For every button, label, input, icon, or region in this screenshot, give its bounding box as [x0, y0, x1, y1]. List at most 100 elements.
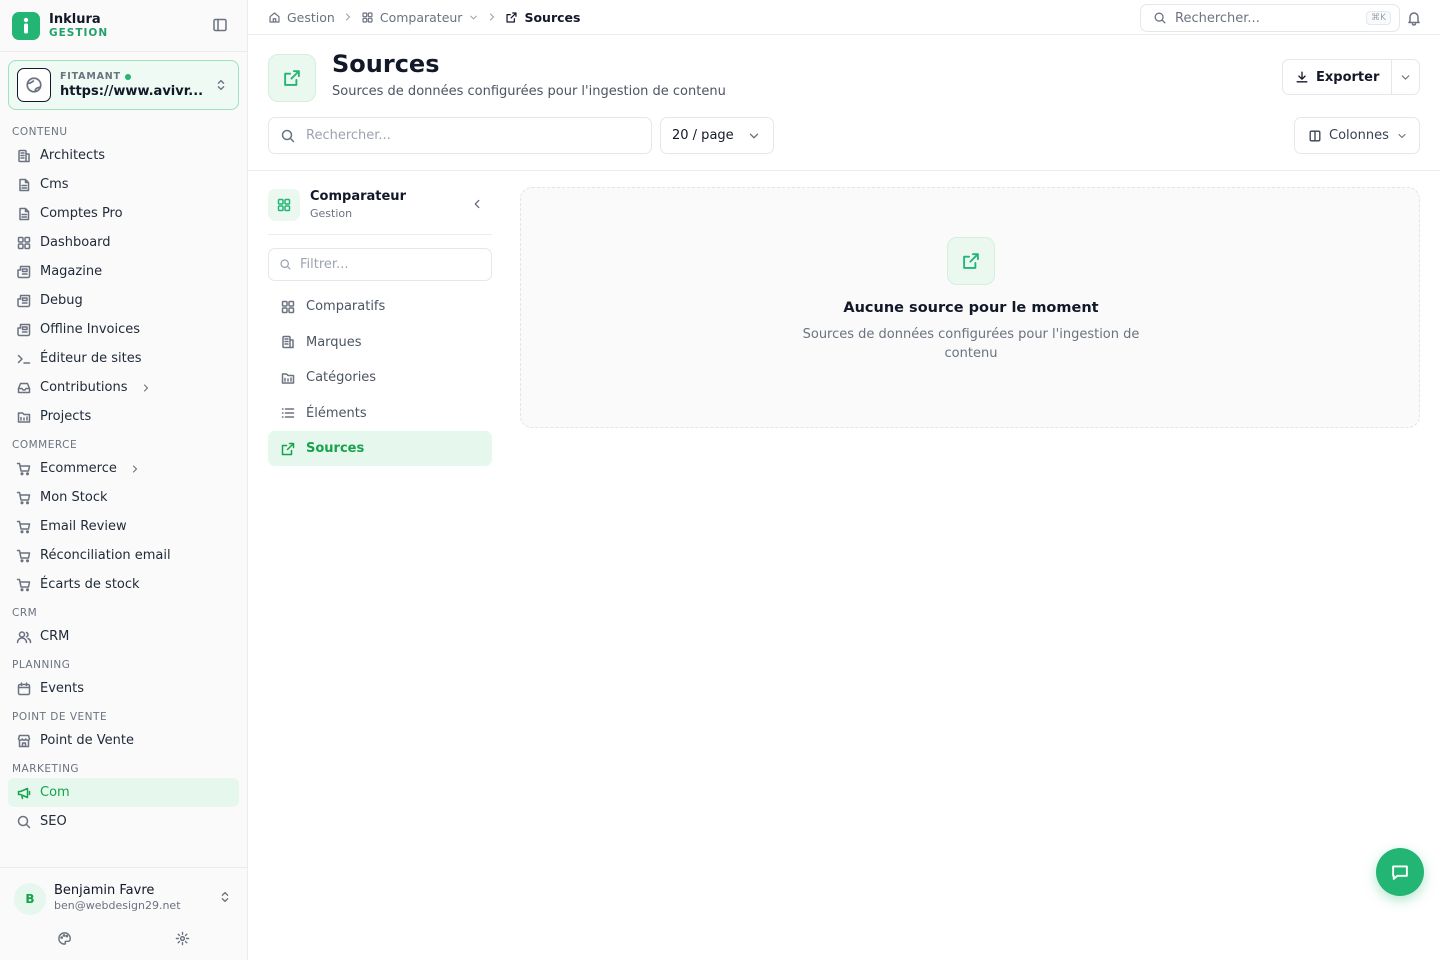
megaphone-icon	[17, 787, 31, 799]
sidebar-item-ecarts-de-stock[interactable]: Écarts de stock	[8, 570, 239, 599]
globe-icon	[17, 68, 51, 102]
per-page-select[interactable]: 20 / page	[660, 117, 774, 154]
building-icon	[282, 335, 294, 349]
nav-section-contenu: CONTENU	[12, 126, 68, 138]
sidebar-item-editeur-de-sites[interactable]: Éditeur de sites	[8, 344, 239, 373]
subnav-item-label: Catégories	[306, 370, 377, 385]
cart-icon	[16, 520, 31, 533]
sidebar-item-mon-stock[interactable]: Mon Stock	[8, 483, 239, 512]
sidebar-item-debug[interactable]: Debug	[8, 286, 239, 315]
chevron-up-down-icon[interactable]	[218, 890, 232, 904]
subnav-item-elements[interactable]: Éléments	[268, 396, 492, 431]
grid-icon	[362, 11, 373, 23]
grid-icon	[281, 300, 295, 313]
home-icon	[269, 11, 280, 23]
sidebar-item-label: Comptes Pro	[40, 206, 123, 221]
list-icon	[281, 408, 295, 418]
palette-icon[interactable]	[57, 931, 72, 946]
sidebar-item-label: Ecommerce	[40, 461, 117, 476]
external-link-icon	[947, 237, 995, 285]
users-icon	[16, 630, 32, 643]
search-icon	[280, 259, 291, 270]
bell-icon[interactable]	[1406, 10, 1422, 26]
inbox-icon	[17, 382, 31, 393]
newspaper-icon	[17, 323, 31, 336]
breadcrumb-comparateur[interactable]: Comparateur	[361, 10, 480, 25]
sidebar-item-email-review[interactable]: Email Review	[8, 512, 239, 541]
calendar-icon	[17, 681, 31, 695]
sidebar-item-contributions[interactable]: Contributions	[8, 373, 239, 402]
subnav-header: Comparateur Gestion	[268, 187, 492, 235]
global-search[interactable]: Rechercher... ⌘K	[1140, 4, 1400, 32]
export-button[interactable]: Exporter	[1283, 60, 1393, 94]
site-url: https://www.avivr...	[60, 84, 204, 99]
sidebar-item-crm[interactable]: CRM	[8, 622, 239, 651]
document-icon	[19, 178, 30, 191]
download-icon	[1296, 71, 1308, 83]
sidebar-toggle-icon[interactable]	[212, 17, 228, 33]
sidebar-item-architects[interactable]: Architects	[8, 141, 239, 170]
chevron-down-icon	[1401, 74, 1410, 80]
external-link-icon	[281, 442, 295, 455]
status-dot	[124, 73, 131, 80]
filter-input[interactable]	[300, 257, 480, 272]
sidebar-item-comptes-pro[interactable]: Comptes Pro	[8, 199, 239, 228]
sidebar-item-com[interactable]: Com	[8, 778, 239, 807]
sidebar-item-point-de-vente[interactable]: Point de Vente	[8, 726, 239, 755]
chevron-right-icon	[490, 13, 495, 21]
breadcrumb-label: Comparateur	[379, 9, 463, 25]
search-icon	[17, 815, 31, 828]
sidebar-item-projects[interactable]: Projects	[8, 402, 239, 431]
user-name: Benjamin Favre	[54, 883, 155, 898]
external-link-icon	[506, 11, 518, 23]
subnav-item-marques[interactable]: Marques	[268, 325, 492, 360]
export-button-group: Exporter	[1282, 59, 1420, 95]
gear-icon[interactable]	[175, 931, 190, 946]
sidebar-item-dashboard[interactable]: Dashboard	[8, 228, 239, 257]
subnav-item-categories[interactable]: Catégories	[268, 360, 492, 395]
chevron-up-down-icon	[214, 78, 228, 92]
grid-icon	[17, 236, 31, 249]
sidebar-item-cms[interactable]: Cms	[8, 170, 239, 199]
page-header: Sources Sources de données configurées p…	[248, 35, 1440, 171]
sidebar-item-label: Écarts de stock	[40, 577, 140, 592]
user-email: ben@webdesign29.net	[54, 899, 181, 912]
sidebar-item-label: Com	[40, 785, 70, 800]
newspaper-icon	[17, 294, 31, 307]
subnav-subtitle: Gestion	[310, 207, 353, 220]
search-input[interactable]	[306, 128, 626, 143]
sidebar-item-label: Mon Stock	[40, 490, 108, 505]
sidebar-item-label: Email Review	[40, 519, 127, 534]
brand[interactable]: Inklura GESTION	[12, 10, 108, 42]
newspaper-icon	[17, 265, 31, 278]
export-more-button[interactable]	[1392, 60, 1419, 94]
subnav-item-comparatifs[interactable]: Comparatifs	[268, 289, 492, 324]
search-icon	[1154, 12, 1166, 24]
subnav-item-label: Sources	[306, 441, 365, 456]
subnav-item-label: Éléments	[306, 405, 367, 421]
subnav-item-sources[interactable]: Sources	[268, 431, 492, 466]
avatar[interactable]: B	[14, 883, 46, 915]
cart-icon	[16, 549, 31, 562]
sidebar-item-offline-invoices[interactable]: Offline Invoices	[8, 315, 239, 344]
page-title: Sources	[332, 50, 440, 78]
columns-button[interactable]: Colonnes	[1294, 117, 1420, 154]
sidebar-item-ecommerce[interactable]: Ecommerce	[8, 454, 239, 483]
user-bar: B Benjamin Favre ben@webdesign29.net	[0, 867, 247, 960]
chevron-left-icon[interactable]	[470, 197, 484, 211]
sidebar-item-seo[interactable]: SEO	[8, 807, 239, 836]
subnav-item-label: Comparatifs	[306, 299, 386, 314]
breadcrumb-gestion[interactable]: Gestion	[268, 10, 335, 25]
table-search[interactable]	[268, 117, 652, 154]
sidebar-item-events[interactable]: Events	[8, 674, 239, 703]
search-icon	[281, 129, 295, 142]
shortcut-hint: ⌘K	[1366, 11, 1391, 25]
chevron-down-icon[interactable]	[468, 12, 479, 23]
chat-button[interactable]	[1376, 848, 1424, 896]
sidebar-item-magazine[interactable]: Magazine	[8, 257, 239, 286]
subnav-filter[interactable]	[268, 248, 492, 281]
site-switcher[interactable]: FITAMANT https://www.avivr...	[8, 60, 239, 110]
sidebar-item-reconciliation-email[interactable]: Réconciliation email	[8, 541, 239, 570]
brand-logo-icon	[12, 12, 40, 40]
store-icon	[17, 734, 31, 747]
